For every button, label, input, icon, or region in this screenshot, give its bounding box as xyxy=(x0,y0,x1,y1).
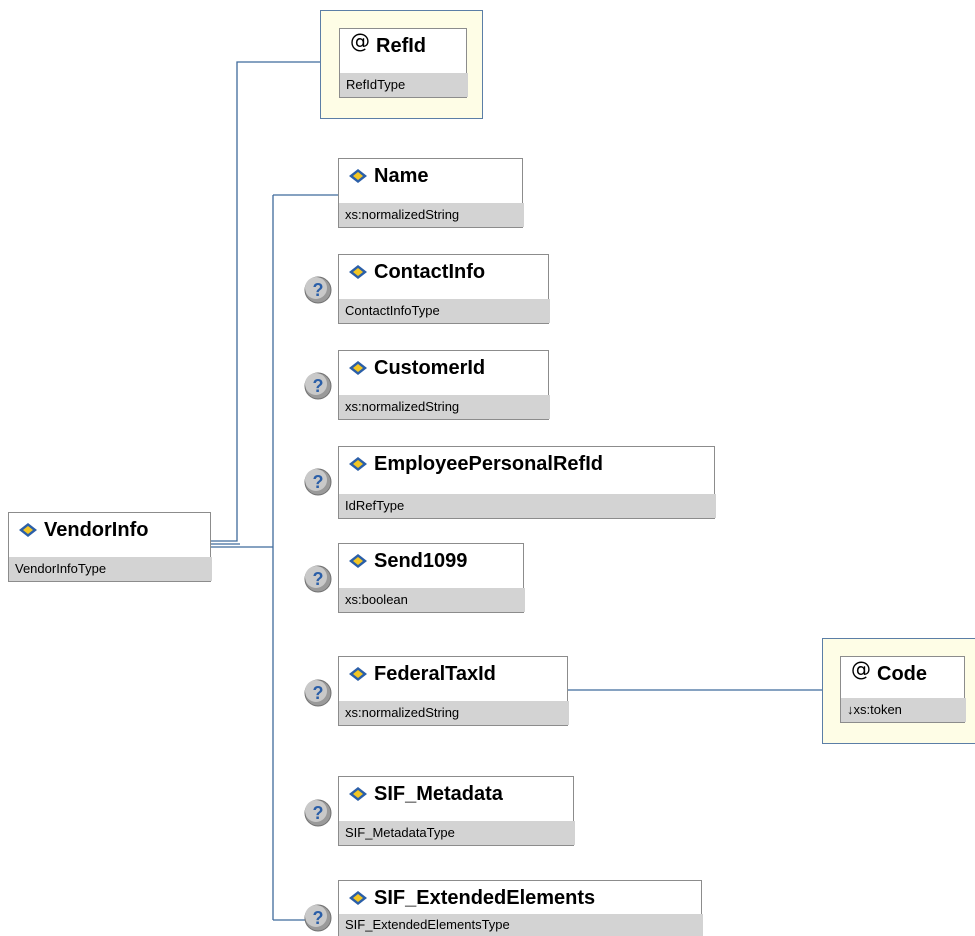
svg-text:?: ? xyxy=(313,376,324,396)
element-icon xyxy=(349,554,367,568)
root-element-name: VendorInfo xyxy=(44,518,149,541)
element-sif-extendedelements-type: SIF_ExtendedElementsType xyxy=(339,914,703,936)
element-federaltaxid-label: FederalTaxId xyxy=(374,662,496,685)
element-contactinfo-title: ContactInfo xyxy=(339,255,548,289)
element-sif-metadata-title: SIF_Metadata xyxy=(339,777,573,811)
element-name-title: Name xyxy=(339,159,522,193)
element-federaltaxid-title: FederalTaxId xyxy=(339,657,567,691)
element-send1099-type: xs:boolean xyxy=(339,588,525,612)
element-customerid-title: CustomerId xyxy=(339,351,548,385)
element-name-type: xs:normalizedString xyxy=(339,203,524,227)
element-sif-extendedelements-label: SIF_ExtendedElements xyxy=(374,886,596,909)
attribute-refid-type: RefIdType xyxy=(340,73,468,97)
optional-icon: ? xyxy=(304,679,332,707)
element-sif-metadata-type: SIF_MetadataType xyxy=(339,821,575,845)
element-customerid-box[interactable]: CustomerId xs:normalizedString xyxy=(338,350,550,420)
root-element-vendorinfo[interactable]: VendorInfo VendorInfoType xyxy=(8,512,212,582)
optional-icon: ? xyxy=(304,565,332,593)
attribute-refid-name: RefId xyxy=(376,34,426,57)
svg-text:?: ? xyxy=(313,803,324,823)
element-employeepersonalrefid-title: EmployeePersonalRefId xyxy=(339,447,714,481)
element-sif-extendedelements-title: SIF_ExtendedElements xyxy=(339,881,701,915)
element-sif-extendedelements-box[interactable]: SIF_ExtendedElements SIF_ExtendedElement… xyxy=(338,880,703,936)
element-icon xyxy=(349,891,367,905)
element-icon xyxy=(349,361,367,375)
element-customerid-label: CustomerId xyxy=(374,356,486,379)
element-icon xyxy=(349,265,367,279)
attribute-refid-box[interactable]: @ RefId RefIdType xyxy=(339,28,468,98)
element-name-label: Name xyxy=(374,164,429,187)
root-element-title: VendorInfo xyxy=(9,513,210,547)
optional-icon: ? xyxy=(304,799,332,827)
attribute-refid-title: @ RefId xyxy=(340,29,466,63)
optional-icon: ? xyxy=(304,372,332,400)
element-icon xyxy=(19,523,37,537)
element-federaltaxid-type: xs:normalizedString xyxy=(339,701,569,725)
optional-icon: ? xyxy=(304,276,332,304)
element-contactinfo-type: ContactInfoType xyxy=(339,299,550,323)
root-element-type: VendorInfoType xyxy=(9,557,212,581)
element-send1099-box[interactable]: Send1099 xs:boolean xyxy=(338,543,525,613)
element-employeepersonalrefid-label: EmployeePersonalRefId xyxy=(374,452,603,475)
element-sif-metadata-label: SIF_Metadata xyxy=(374,782,503,805)
attribute-code-title: @ Code xyxy=(841,657,964,691)
element-send1099-title: Send1099 xyxy=(339,544,523,578)
attribute-code-type: ↓xs:token xyxy=(841,698,966,722)
svg-text:?: ? xyxy=(313,280,324,300)
element-customerid-type: xs:normalizedString xyxy=(339,395,550,419)
element-contactinfo-box[interactable]: ContactInfo ContactInfoType xyxy=(338,254,550,324)
at-icon: @ xyxy=(851,657,871,681)
element-icon xyxy=(349,457,367,471)
svg-text:?: ? xyxy=(313,569,324,589)
element-employeepersonalrefid-box[interactable]: EmployeePersonalRefId IdRefType xyxy=(338,446,716,519)
element-name-box[interactable]: Name xs:normalizedString xyxy=(338,158,524,228)
optional-icon: ? xyxy=(304,904,332,932)
element-send1099-label: Send1099 xyxy=(374,549,468,572)
svg-text:?: ? xyxy=(313,472,324,492)
element-icon xyxy=(349,169,367,183)
svg-text:?: ? xyxy=(313,908,324,928)
element-employeepersonalrefid-type: IdRefType xyxy=(339,494,716,518)
element-icon xyxy=(349,667,367,681)
element-federaltaxid-box[interactable]: FederalTaxId xs:normalizedString xyxy=(338,656,569,726)
at-icon: @ xyxy=(350,29,370,53)
attribute-code-name: Code xyxy=(877,662,927,685)
element-sif-metadata-box[interactable]: SIF_Metadata SIF_MetadataType xyxy=(338,776,575,846)
svg-text:?: ? xyxy=(313,683,324,703)
element-contactinfo-label: ContactInfo xyxy=(374,260,486,283)
optional-icon: ? xyxy=(304,468,332,496)
attribute-code-box[interactable]: @ Code ↓xs:token xyxy=(840,656,966,723)
element-icon xyxy=(349,787,367,801)
